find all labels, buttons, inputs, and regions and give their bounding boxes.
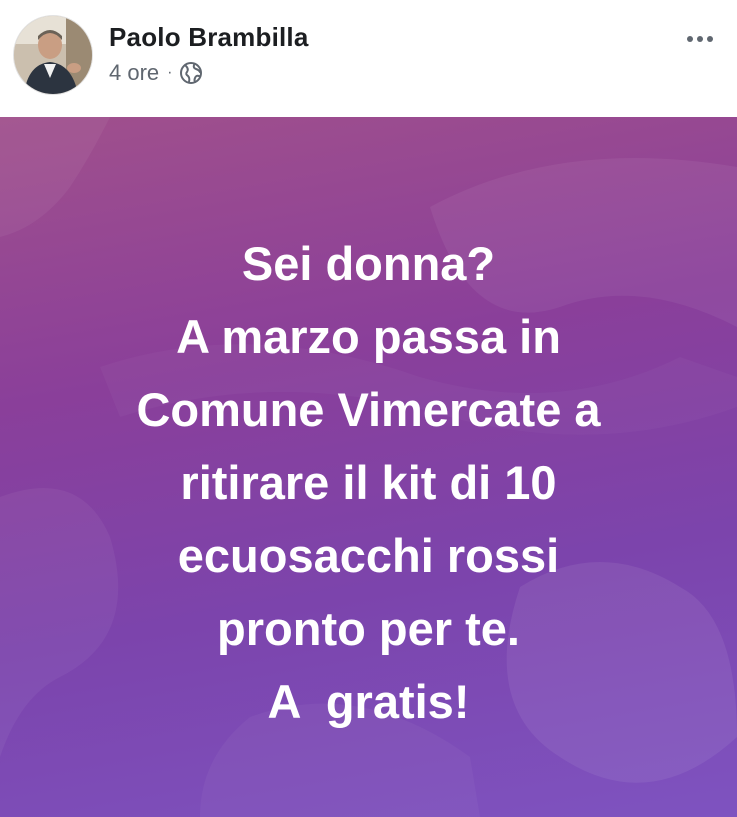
avatar-image bbox=[14, 16, 92, 94]
message-line: ecuosacchi rossi bbox=[177, 529, 560, 582]
post-header: Paolo Brambilla 4 ore · bbox=[0, 0, 737, 117]
message-line: A gratis! bbox=[267, 675, 470, 728]
more-dot bbox=[697, 36, 703, 42]
facebook-post: Paolo Brambilla 4 ore · Sei donna? A mar… bbox=[0, 0, 737, 817]
post-timestamp[interactable]: 4 ore bbox=[109, 60, 159, 86]
post-message: Sei donna? A marzo passa in Comune Vimer… bbox=[0, 227, 737, 738]
message-line: pronto per te. bbox=[217, 602, 520, 655]
message-line: Comune Vimercate a bbox=[136, 383, 601, 436]
message-line: Sei donna? bbox=[241, 237, 496, 290]
message-line: ritirare il kit di 10 bbox=[180, 456, 557, 509]
author-avatar[interactable] bbox=[13, 15, 93, 95]
post-background-card: Sei donna? A marzo passa in Comune Vimer… bbox=[0, 117, 737, 817]
globe-icon[interactable] bbox=[179, 61, 203, 85]
more-options-icon[interactable] bbox=[680, 26, 720, 52]
more-dot bbox=[687, 36, 693, 42]
message-line: A marzo passa in bbox=[176, 310, 561, 363]
more-dot bbox=[707, 36, 713, 42]
meta-separator: · bbox=[167, 64, 173, 81]
post-meta: 4 ore · bbox=[109, 60, 203, 86]
author-name[interactable]: Paolo Brambilla bbox=[109, 22, 309, 53]
